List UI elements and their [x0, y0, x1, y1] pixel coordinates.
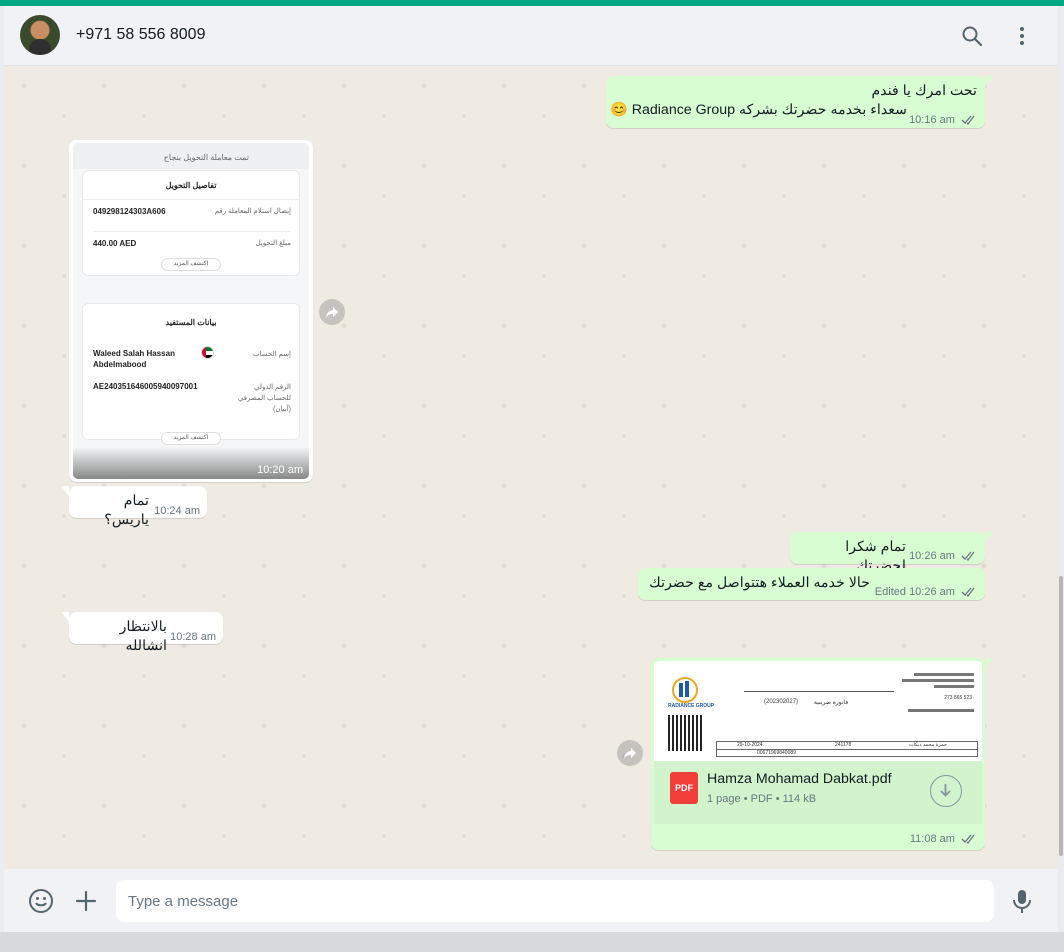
document-info[interactable]: PDF Hamza Mohamad Dabkat.pdf 1 page • PD…	[654, 761, 982, 824]
message-meta: 10:26 am	[909, 547, 977, 566]
message-time: 10:28 am	[170, 631, 216, 643]
account-name-label: إسم الحساب	[253, 351, 291, 358]
contact-avatar[interactable]	[20, 15, 60, 55]
message-text: تحت امرك يا فندم	[871, 83, 978, 99]
preview-logo-text: RADIANCE GROUP	[668, 703, 715, 709]
discover-more-button: اكتشف المزيد	[161, 432, 221, 445]
transfer-receipt-image: تمت معاملة التحويل بنجاح تفاصيل التحويل …	[73, 143, 309, 479]
preview-invoice-number: (202302027)	[764, 699, 799, 705]
message-meta: 11:08 am	[910, 833, 977, 845]
message-text: بالانتظار انشالله	[119, 619, 167, 654]
preview-id-no: 00671969840089	[757, 750, 796, 756]
message-bubble-outgoing[interactable]: تمام شكرا لحضرتك 10:26 am	[790, 532, 993, 574]
document-pages: 1 page	[707, 793, 741, 805]
preview-invoice-title: فاتورة ضريبية	[814, 700, 849, 706]
document-details: 1 page • PDF • 114 kB	[707, 793, 817, 805]
beneficiary-title: بيانات المستفيد	[165, 318, 217, 327]
transfer-details-title: تفاصيل التحويل	[165, 181, 217, 190]
preview-date: 29-10-2024	[737, 742, 763, 748]
window-bottom-bar	[0, 932, 1064, 952]
message-time: 10:20 am	[257, 464, 303, 476]
preview-student-name: حمزة محمد دبكات	[908, 742, 947, 748]
document-type: PDF	[750, 793, 773, 805]
message-text: حالا خدمه العملاء هتتواصل مع حضرتك	[649, 575, 870, 591]
message-bubble-incoming[interactable]: بالانتظار انشالله 10:28 am	[61, 612, 223, 654]
emoji-icon[interactable]	[28, 888, 54, 914]
document-file-name: Hamza Mohamad Dabkat.pdf	[707, 771, 892, 787]
iban-label: الرقم الدولي للحساب المصرفي (آيبان)	[237, 384, 291, 413]
message-bubble-incoming[interactable]: تمام ياريس؟ 10:24 am	[61, 486, 207, 528]
receipt-number-label: إيصال استلام المعاملة رقم	[214, 208, 291, 215]
message-time: 10:26 am	[909, 550, 955, 562]
forward-icon[interactable]	[319, 299, 345, 325]
preview-phone: 273 865 523	[944, 695, 972, 701]
read-ticks-icon	[961, 115, 975, 125]
message-time: 10:26 am	[909, 586, 955, 598]
message-text: تمام ياريس؟	[104, 493, 149, 528]
read-ticks-icon	[961, 834, 975, 844]
attach-plus-icon[interactable]	[73, 888, 99, 914]
receipt-number-value: 049298124303A606	[93, 207, 166, 216]
message-document-outgoing[interactable]: RADIANCE GROUP (202302027) فاتورة ضريبية…	[651, 658, 993, 850]
receipt-success-header: تمت معاملة التحويل بنجاح	[73, 143, 309, 169]
preview-reg-no: 241178	[835, 742, 852, 748]
download-icon[interactable]	[930, 775, 962, 807]
amount-label: مبلغ التحويل	[255, 240, 291, 247]
pdf-file-icon: PDF	[670, 772, 698, 804]
qr-code-icon	[668, 715, 704, 751]
iban-value: AE240351646005940097001	[93, 382, 198, 391]
contact-name[interactable]: +971 58 556 8009	[76, 26, 205, 44]
message-input-wrapper	[116, 880, 994, 922]
message-bubble-outgoing[interactable]: تحت امرك يا فندم سعداء بخدمه حضرتك بشركه…	[606, 76, 993, 130]
message-input[interactable]	[128, 880, 978, 922]
amount-value: 440.00 AED	[93, 239, 137, 248]
forward-icon[interactable]	[617, 740, 643, 766]
radiance-logo-icon	[670, 677, 700, 703]
discover-more-button: اكتشف المزيد	[161, 258, 221, 271]
beneficiary-card: بيانات المستفيد إسم الحساب Waleed Salah …	[82, 303, 300, 445]
transfer-details-card: تفاصيل التحويل إيصال استلام المعاملة رقم…	[82, 170, 300, 276]
message-time: 10:24 am	[154, 505, 200, 517]
edited-label: Edited	[874, 586, 906, 598]
chat-scrollbar[interactable]	[1058, 66, 1064, 869]
message-meta: 10:16 am	[909, 111, 977, 130]
receipt-success-text: تمت معاملة التحويل بنجاح	[163, 153, 249, 162]
message-time: 11:08 am	[909, 833, 955, 845]
microphone-icon[interactable]	[1010, 888, 1034, 914]
document-preview[interactable]: RADIANCE GROUP (202302027) فاتورة ضريبية…	[654, 661, 982, 761]
document-size: 114 kB	[782, 793, 817, 805]
message-image-incoming[interactable]: تمت معاملة التحويل بنجاح تفاصيل التحويل …	[69, 140, 313, 482]
read-ticks-icon	[961, 551, 975, 561]
scrollbar-thumb[interactable]	[1059, 576, 1063, 856]
preview-student-table: 29-10-2024 241178 00671969840089 حمزة مح…	[716, 741, 978, 757]
chat-header: +971 58 556 8009	[4, 6, 1058, 66]
message-composer	[4, 869, 1058, 932]
message-text: سعداء بخدمه حضرتك بشركه Radiance Group 😊	[610, 102, 907, 118]
uae-flag-icon	[201, 346, 214, 359]
account-name-value: Waleed Salah Hassan Abdelmabood	[93, 349, 175, 369]
read-ticks-icon	[961, 587, 975, 597]
message-meta: Edited 10:26 am	[875, 583, 977, 602]
menu-icon[interactable]	[1010, 24, 1034, 48]
message-time: 10:16 am	[909, 114, 955, 126]
search-icon[interactable]	[960, 24, 984, 48]
message-bubble-outgoing[interactable]: حالا خدمه العملاء هتتواصل مع حضرتك Edite…	[638, 568, 985, 600]
